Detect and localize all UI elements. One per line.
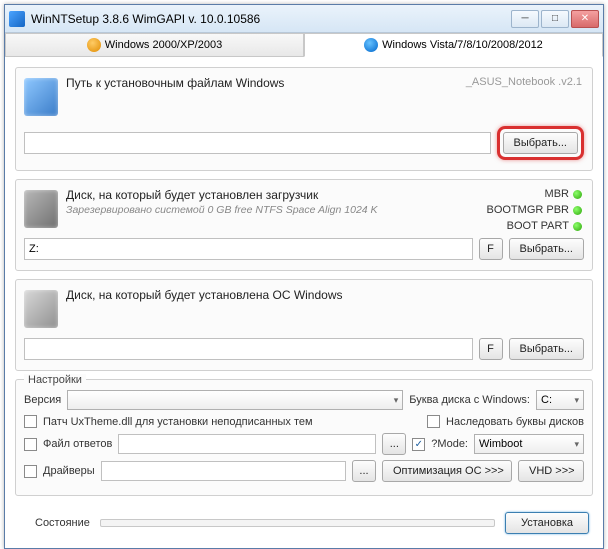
state-label: Состояние [35,517,90,529]
boot-drive-input[interactable] [24,238,473,260]
tab-xp-label: Windows 2000/XP/2003 [105,39,222,51]
drivers-checkbox[interactable] [24,465,37,478]
status-bootpart: BOOT PART [507,220,569,232]
progress-bar [100,519,495,527]
answer-file-browse[interactable]: ... [382,433,406,455]
select-os-button[interactable]: Выбрать... [509,338,584,360]
settings-legend: Настройки [24,374,86,386]
windows-icon [364,38,378,52]
led-icon [573,222,582,231]
media-icon [24,78,58,116]
window-title: WinNTSetup 3.8.6 WimGAPI v. 10.0.10586 [31,12,511,26]
optimize-button[interactable]: Оптимизация ОС >>> [382,460,512,482]
version-select[interactable] [67,390,403,410]
drivers-label: Драйверы [43,465,95,477]
uxtheme-checkbox[interactable] [24,415,37,428]
led-icon [573,190,582,199]
answer-file-label: Файл ответов [43,438,112,450]
format-boot-button[interactable]: F [479,238,503,260]
section-install-files: _ASUS_Notebook .v2.1 Путь к установочным… [15,67,593,171]
drive-icon [24,290,58,328]
drivers-input[interactable] [101,461,346,481]
install-button[interactable]: Установка [505,512,589,534]
mode-checkbox[interactable] [412,438,425,451]
section3-title: Диск, на который будет установлена ОС Wi… [66,288,584,302]
inherit-letters-label: Наследовать буквы дисков [446,416,584,428]
os-drive-input[interactable] [24,338,473,360]
format-os-button[interactable]: F [479,338,503,360]
uxtheme-label: Патч UxTheme.dll для установки неподписа… [43,416,313,428]
app-window: WinNTSetup 3.8.6 WimGAPI v. 10.0.10586 ─… [4,4,604,549]
led-icon [573,206,582,215]
section-boot-disk: MBR BOOTMGR PBR BOOT PART Диск, на котор… [15,179,593,271]
mode-select[interactable]: Wimboot [474,434,584,454]
section-os-disk: Диск, на который будет установлена ОС Wi… [15,279,593,371]
vhd-button[interactable]: VHD >>> [518,460,584,482]
highlight-ring: Выбрать... [497,126,584,160]
drive-letter-label: Буква диска с Windows: [409,394,530,406]
answer-file-checkbox[interactable] [24,438,37,451]
close-button[interactable]: ✕ [571,10,599,28]
status-bootmgr: BOOTMGR PBR [486,204,569,216]
drivers-browse[interactable]: ... [352,460,376,482]
tab-vista-label: Windows Vista/7/8/10/2008/2012 [382,39,543,51]
mode-label: ?Mode: [431,438,468,450]
select-boot-button[interactable]: Выбрать... [509,238,584,260]
footer: Состояние Установка [15,504,593,538]
drive-letter-select[interactable]: C: [536,390,584,410]
settings-group: Настройки Версия Буква диска с Windows: … [15,379,593,496]
maximize-button[interactable]: □ [541,10,569,28]
config-name: _ASUS_Notebook .v2.1 [466,76,582,88]
inherit-letters-checkbox[interactable] [427,415,440,428]
select-install-button[interactable]: Выбрать... [503,132,578,154]
status-mbr: MBR [545,188,569,200]
tabs: Windows 2000/XP/2003 Windows Vista/7/8/1… [5,33,603,57]
boot-status-block: MBR BOOTMGR PBR BOOT PART [486,186,582,234]
tab-windows-xp[interactable]: Windows 2000/XP/2003 [5,33,304,57]
content-area: _ASUS_Notebook .v2.1 Путь к установочным… [5,57,603,548]
titlebar[interactable]: WinNTSetup 3.8.6 WimGAPI v. 10.0.10586 ─… [5,5,603,33]
install-path-input[interactable] [24,132,491,154]
version-label: Версия [24,394,61,406]
floppy-icon [24,190,58,228]
answer-file-input[interactable] [118,434,376,454]
xp-icon [87,38,101,52]
minimize-button[interactable]: ─ [511,10,539,28]
app-icon [9,11,25,27]
tab-windows-vista[interactable]: Windows Vista/7/8/10/2008/2012 [304,33,603,57]
